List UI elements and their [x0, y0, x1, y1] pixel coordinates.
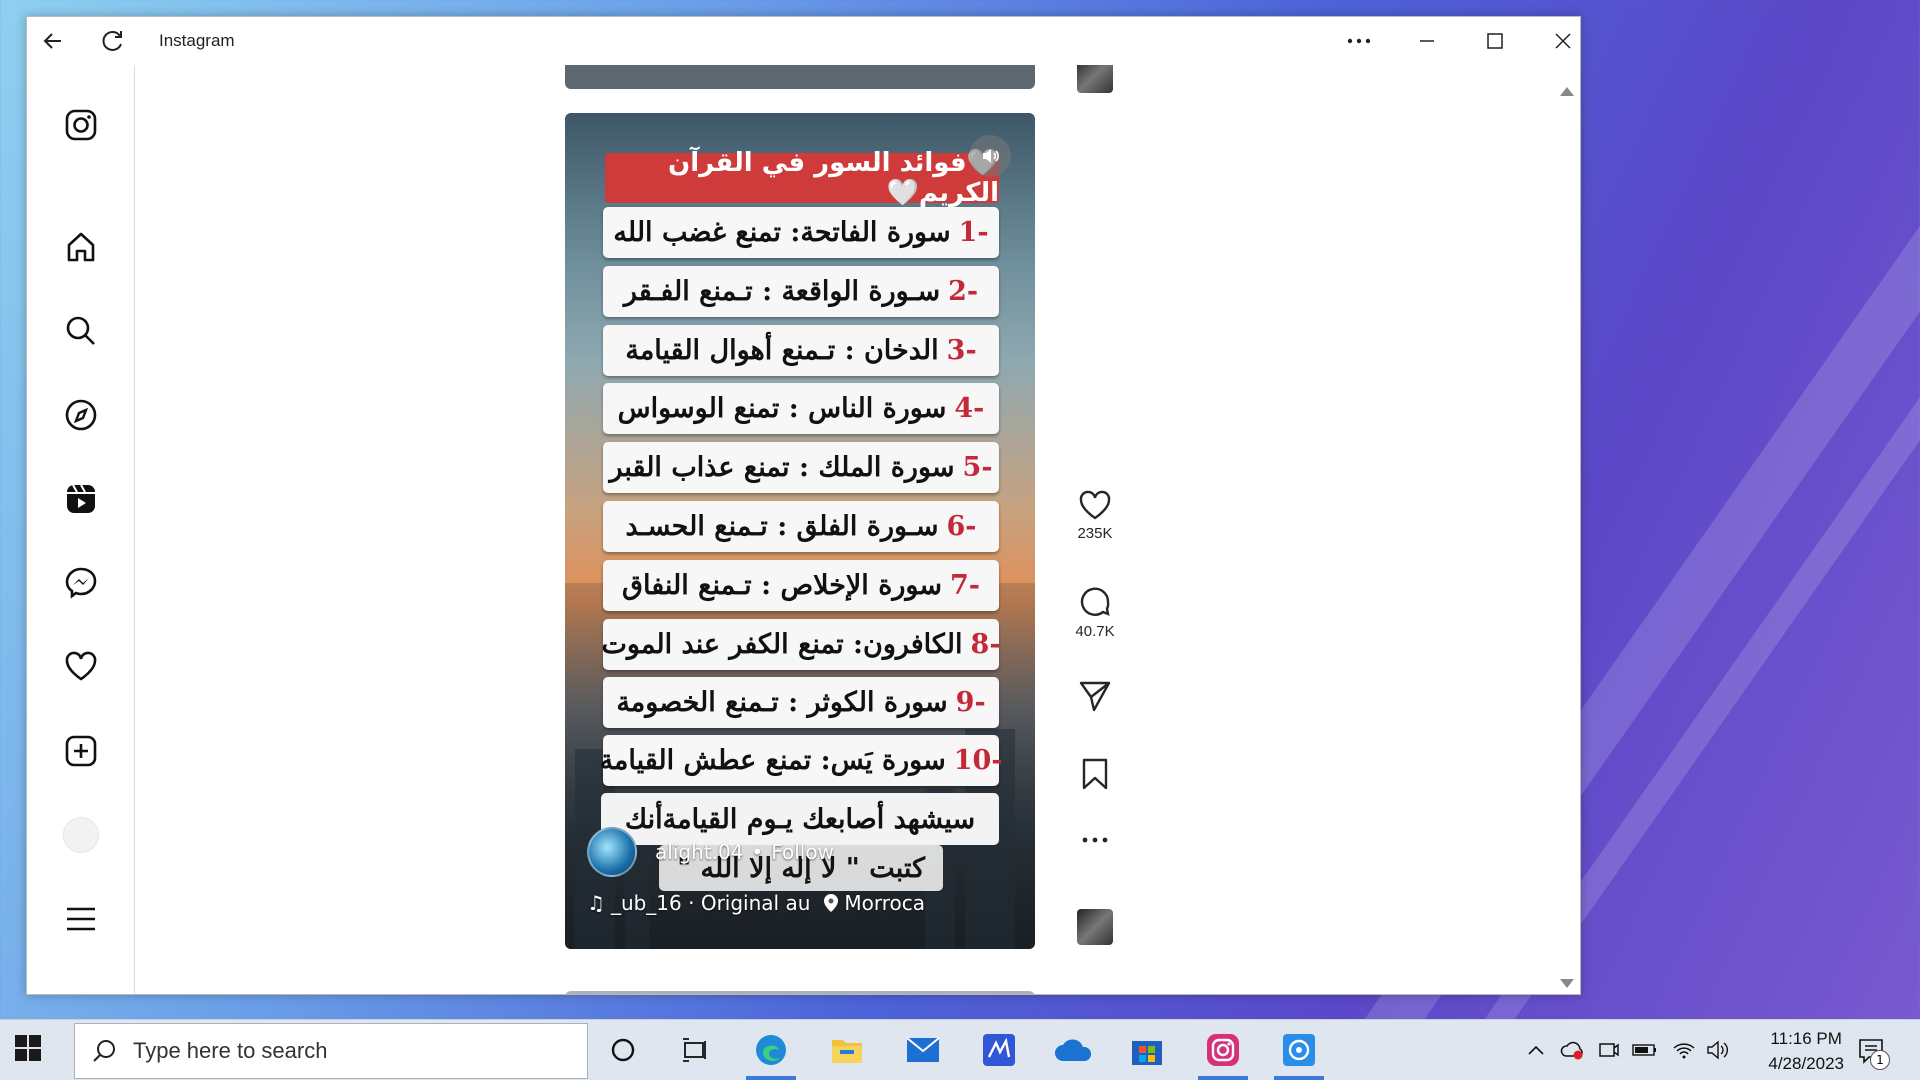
reels-feed[interactable]: 🤍فوائد السور في القرآن الكريم🤍 -1 سورة ال… — [135, 65, 1580, 994]
reel-row: -2 سـورة الواقعة : تـمنع الفـقر — [603, 266, 999, 317]
maximize-icon[interactable] — [1477, 23, 1513, 59]
microsoft-store-icon[interactable] — [1118, 1026, 1176, 1074]
reel-row: -4 سورة الناس : تمنع الوسواس — [603, 383, 999, 434]
messenger-icon[interactable] — [61, 563, 101, 603]
task-view-icon[interactable] — [666, 1026, 724, 1074]
comment-icon[interactable] — [1078, 585, 1112, 619]
instagram-window: Instagram 🤍فوائد السور في القرآن الكريم🤍… — [26, 16, 1581, 995]
search-icon — [93, 1040, 115, 1062]
reels-icon[interactable] — [61, 479, 101, 519]
location-pin-icon — [824, 894, 839, 912]
home-icon[interactable] — [61, 227, 101, 267]
close-icon[interactable] — [1545, 23, 1581, 59]
reel-video[interactable]: 🤍فوائد السور في القرآن الكريم🤍 -1 سورة ال… — [565, 113, 1035, 949]
next-reel-edge — [565, 991, 1035, 994]
windows-start-icon[interactable] — [14, 1034, 46, 1066]
share-action[interactable] — [1065, 679, 1125, 713]
volume-icon[interactable] — [1706, 1038, 1730, 1062]
explore-compass-icon[interactable] — [61, 395, 101, 435]
bookmark-icon[interactable] — [1080, 757, 1110, 791]
separator-dot: • — [751, 840, 764, 864]
taskbar: Type here to search 11:16 PM 4/28/2023 1 — [0, 1019, 1920, 1080]
more-icon[interactable] — [1341, 23, 1377, 59]
previous-reel-edge — [565, 65, 1035, 89]
audio-name[interactable]: _ub_16 · Original au — [611, 891, 810, 915]
scroll-down-arrow-icon[interactable] — [1560, 979, 1574, 988]
comment-count: 40.7K — [1075, 623, 1115, 640]
battery-icon[interactable] — [1632, 1038, 1656, 1062]
whiteboard-app-icon[interactable] — [970, 1026, 1028, 1074]
window-title: Instagram — [159, 31, 235, 50]
system-clock[interactable]: 11:16 PM 4/28/2023 — [1768, 1026, 1844, 1076]
save-action[interactable] — [1065, 757, 1125, 791]
instagram-taskbar-icon[interactable] — [1194, 1026, 1252, 1080]
cortana-icon[interactable] — [594, 1026, 652, 1074]
reel-author: alight.04 • Follow — [587, 827, 834, 877]
notification-count-badge: 1 — [1870, 1050, 1890, 1070]
reel-row: -5 سورة الملك : تمنع عذاب القبر — [603, 442, 999, 493]
reel-row: -10 سورة يَس: تمنع عطش القيامة — [599, 735, 1003, 786]
reel-row: -8 الكافرون: تمنع الكفر عند الموت — [601, 619, 1001, 670]
reel-audio: ♫ _ub_16 · Original au Morroca — [587, 891, 925, 915]
profile-avatar[interactable] — [61, 815, 101, 855]
author-avatar[interactable] — [587, 827, 637, 877]
heart-icon[interactable] — [1078, 489, 1112, 521]
search-placeholder: Type here to search — [133, 1038, 328, 1063]
notification-center-icon[interactable]: 1 — [1856, 1036, 1890, 1070]
meet-now-icon[interactable] — [1596, 1038, 1620, 1062]
author-username[interactable]: alight.04 — [655, 840, 743, 864]
file-explorer-icon[interactable] — [818, 1026, 876, 1074]
taskbar-search-box[interactable]: Type here to search — [74, 1023, 588, 1079]
instagram-logo-icon[interactable] — [61, 105, 101, 145]
edge-browser-icon[interactable] — [742, 1026, 800, 1080]
create-plus-icon[interactable] — [61, 731, 101, 771]
reel-row: -3 الدخان : تـمنع أهوال القيامة — [603, 325, 999, 376]
sidebar-nav — [27, 65, 135, 994]
back-arrow-icon[interactable] — [35, 23, 71, 59]
refresh-icon[interactable] — [95, 23, 131, 59]
reel-header-text: 🤍فوائد السور في القرآن الكريم🤍 — [605, 148, 999, 208]
previous-reel-thumbnail[interactable] — [1065, 65, 1125, 93]
clock-time: 11:16 PM — [1770, 1029, 1842, 1048]
scroll-up-arrow-icon[interactable] — [1560, 87, 1574, 96]
menu-hamburger-icon[interactable] — [61, 899, 101, 939]
minimize-icon[interactable] — [1409, 23, 1445, 59]
mail-icon[interactable] — [894, 1026, 952, 1074]
share-paper-plane-icon[interactable] — [1078, 679, 1112, 713]
comment-action[interactable]: 40.7K — [1065, 585, 1125, 640]
location-name[interactable]: Morroca — [844, 891, 925, 915]
like-action[interactable]: 235K — [1065, 489, 1125, 542]
wifi-icon[interactable] — [1672, 1038, 1696, 1062]
follow-button[interactable]: Follow — [771, 840, 834, 864]
reel-row: -9 سورة الكوثر : تـمنع الخصومة — [603, 677, 999, 728]
sound-toggle-icon[interactable] — [969, 135, 1011, 177]
cloud-sync-error-icon[interactable] — [1560, 1038, 1584, 1062]
reel-row: -6 سـورة الفلق : تـمنع الحسـد — [603, 501, 999, 552]
like-count: 235K — [1077, 525, 1113, 542]
recorder-app-icon[interactable] — [1270, 1026, 1328, 1080]
title-bar: Instagram — [27, 17, 1580, 65]
music-note-icon: ♫ — [587, 891, 605, 915]
reel-row: -1 سورة الفاتحة: تمنع غضب الله — [603, 207, 999, 258]
clock-date: 4/28/2023 — [1768, 1054, 1844, 1073]
audio-thumbnail[interactable] — [1065, 909, 1125, 945]
onedrive-icon[interactable] — [1044, 1026, 1102, 1074]
notifications-heart-icon[interactable] — [61, 647, 101, 687]
show-hidden-icons-chevron-icon[interactable] — [1524, 1038, 1548, 1062]
reel-row: -7 سورة الإخلاص : تـمنع النفاق — [603, 560, 999, 611]
search-icon[interactable] — [61, 311, 101, 351]
more-options-icon[interactable] — [1065, 837, 1125, 843]
